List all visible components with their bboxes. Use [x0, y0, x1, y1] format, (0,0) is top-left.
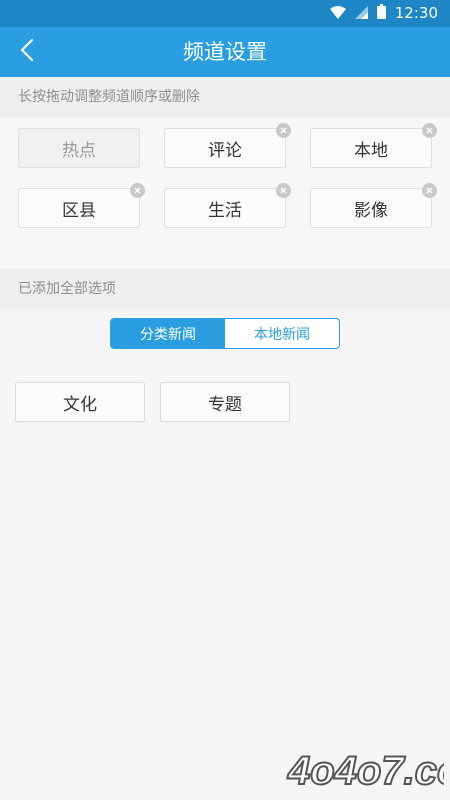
channel-label: 本地: [354, 140, 388, 161]
channel-label: 文化: [63, 394, 97, 415]
header-bar: 频道设置: [0, 27, 450, 77]
category-tabs: 分类新闻 本地新闻: [110, 318, 340, 349]
tab-category-news[interactable]: 分类新闻: [111, 319, 225, 348]
channel-chip[interactable]: 区县: [18, 183, 145, 228]
tab-local-news[interactable]: 本地新闻: [225, 319, 339, 348]
status-bar: 12:30: [0, 0, 450, 27]
close-icon[interactable]: [422, 183, 437, 198]
available-channel-chip[interactable]: 文化: [15, 382, 145, 422]
battery-icon: [376, 4, 386, 23]
my-channels-hint: 长按拖动调整频道顺序或删除: [0, 77, 450, 117]
available-channel-chip[interactable]: 专题: [160, 382, 290, 422]
signal-icon: [354, 4, 368, 23]
channel-label: 专题: [208, 394, 242, 415]
status-time: 12:30: [394, 4, 438, 22]
channel-chip[interactable]: 生活: [164, 183, 291, 228]
status-icons: 12:30: [329, 0, 438, 27]
close-icon[interactable]: [276, 183, 291, 198]
channel-chip[interactable]: 热点: [18, 128, 140, 168]
channel-chip[interactable]: 评论: [164, 123, 291, 168]
channel-label: 区县: [62, 200, 96, 221]
channel-chip[interactable]: 影像: [310, 183, 437, 228]
channel-label: 热点: [62, 140, 96, 161]
close-icon[interactable]: [422, 123, 437, 138]
watermark-logo: 4o4o7.com: [284, 744, 450, 796]
available-hint: 已添加全部选项: [0, 269, 450, 309]
channel-label: 影像: [354, 200, 388, 221]
channel-label: 生活: [208, 200, 242, 221]
close-icon[interactable]: [276, 123, 291, 138]
page-title: 频道设置: [183, 40, 267, 64]
wifi-icon: [329, 4, 346, 23]
watermark-text: 4o4o7.com: [287, 749, 444, 792]
channel-label: 评论: [208, 140, 242, 161]
close-icon[interactable]: [130, 183, 145, 198]
my-channels-grid: 热点 评论 本地 区县 生活 影像: [0, 118, 450, 268]
channel-chip[interactable]: 本地: [310, 123, 437, 168]
